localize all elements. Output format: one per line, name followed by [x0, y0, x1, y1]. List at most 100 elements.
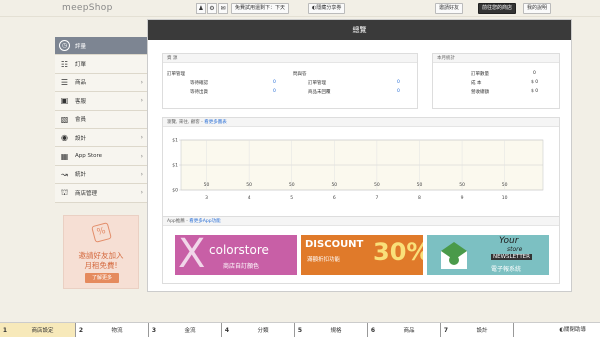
stat-value[interactable]: 0: [273, 80, 276, 85]
stat-label: 營收總額: [471, 90, 489, 95]
x-tick-label: 7: [375, 195, 378, 201]
sidebar-item-orders[interactable]: ☷ 訂單: [55, 55, 148, 74]
chat-icon[interactable]: ✉: [218, 3, 228, 14]
trial-remaining: 免費試用還剩下：下天: [231, 3, 290, 14]
banner-store: store: [507, 246, 523, 253]
sidebar-item-overview[interactable]: ◷ 評量: [55, 37, 148, 56]
stat-value[interactable]: 0: [397, 89, 400, 94]
sidebar-item-label: 會員: [75, 117, 87, 124]
step-label: 商店設定: [31, 328, 54, 334]
sidebar-item-design[interactable]: ◉ 設計 ›: [55, 128, 148, 148]
step-number: 4: [224, 326, 230, 334]
more-charts-link[interactable]: 看更多圖表: [204, 120, 227, 125]
step-design[interactable]: 7 設計: [441, 323, 514, 337]
close-guide-button[interactable]: ◐關閉助導: [559, 325, 586, 333]
step-label: 金流: [184, 328, 196, 334]
sidebar-item-label: 統計: [75, 172, 87, 179]
stat-label: 訂單管理: [308, 81, 326, 86]
bar-data-label: 50: [289, 182, 295, 188]
store-icon: ⛫: [60, 188, 69, 198]
learn-more-button[interactable]: 了解更多: [85, 273, 119, 283]
sidebar-item-label: 訂單: [75, 62, 87, 69]
stat-label: 等待出貨: [190, 90, 208, 95]
brand-logo: meepShop: [62, 3, 113, 13]
step-number: 3: [151, 326, 157, 334]
sidebar-item-label: 評量: [75, 43, 87, 50]
setup-steps-bar: 1 商店設定 2 物流 3 金流 4 分類 5 規格 6 商品 7 設計 ◐關閉…: [0, 322, 600, 337]
step-number: 6: [370, 326, 376, 334]
sidebar-item-stats[interactable]: ↝ 統計 ›: [55, 165, 148, 185]
stat-value: $ 0: [531, 80, 539, 85]
discount-banner[interactable]: DISCOUNT 滿額折扣功能 30%: [301, 235, 423, 275]
banner-newsletter: NEWSLETTER: [491, 254, 532, 260]
chevron-right-icon: ›: [140, 97, 143, 105]
step-label: 物流: [111, 328, 123, 334]
list-icon: ☰: [60, 77, 69, 87]
help-button[interactable]: 我的說明: [523, 3, 552, 14]
chevron-right-icon: ›: [140, 134, 143, 142]
banner-percent: 30%: [373, 238, 423, 266]
step-number: 2: [78, 326, 84, 334]
bar-data-label: 50: [204, 182, 210, 188]
promo-line-2: 月租免費!: [84, 261, 118, 270]
invite-friends-button[interactable]: 邀請好友: [435, 3, 464, 14]
y-tick-label: $0: [172, 188, 178, 194]
chevron-right-icon: ›: [140, 152, 143, 160]
step-products[interactable]: 6 商品: [368, 323, 441, 337]
x-tick-label: 8: [418, 195, 421, 201]
sidebar: ◷ 評量 ☷ 訂單 ☰ 商品 › ▣ 客服 › ▧ 會員 ◉ 設計 › ▦ Ap…: [55, 37, 148, 203]
stat-label: 商品未回覆: [308, 90, 331, 95]
step-store-settings[interactable]: 1 商店設定: [0, 323, 76, 337]
stat-value[interactable]: 0: [397, 80, 400, 85]
banner-x-mark: X: [178, 235, 206, 275]
x-tick-label: 9: [461, 195, 464, 201]
invite-promo-card: % 邀請好友加入 月租免費! 了解更多: [63, 215, 139, 289]
x-tick-label: 6: [333, 195, 336, 201]
sidebar-item-label: 設計: [75, 135, 87, 142]
step-logistics[interactable]: 2 物流: [76, 323, 149, 337]
bar-data-label: 50: [246, 182, 252, 188]
panel-title: 瀏覽, 來往, 顧客 - 看更多圖表: [163, 118, 559, 127]
stat-value[interactable]: 0: [273, 89, 276, 94]
y-tick-label: $1: [172, 138, 178, 144]
step-label: 設計: [476, 328, 488, 334]
stat-label: 訂單數量: [471, 72, 489, 77]
go-to-store-button[interactable]: 前往您的商店: [478, 3, 517, 14]
briefcase-icon: ▣: [60, 96, 69, 106]
step-specs[interactable]: 5 規格: [295, 323, 368, 337]
step-payment[interactable]: 3 金流: [149, 323, 222, 337]
chart-panel-title: 瀏覽, 來往, 顧客 -: [167, 120, 205, 125]
colorstore-banner[interactable]: X colorstore 商店自訂顏色: [175, 235, 297, 275]
step-categories[interactable]: 4 分類: [222, 323, 295, 337]
sidebar-item-store-management[interactable]: ⛫ 商店管理 ›: [55, 184, 148, 203]
chart-icon: ↝: [61, 169, 68, 179]
clock-icon: ◷: [59, 40, 70, 52]
bar-data-label: 50: [459, 182, 465, 188]
app-recommend-panel: App推薦 - 看更多App功能 X colorstore 商店自訂顏色 DIS…: [162, 216, 560, 284]
panel-title: 本月統計: [433, 54, 559, 63]
page-title: 總覽: [148, 20, 571, 40]
envelope-icon: [441, 242, 467, 269]
stat-value: $ 0: [531, 89, 539, 94]
banner-brand: colorstore: [209, 243, 269, 257]
step-number: 7: [443, 326, 449, 334]
cart-icon: ☷: [60, 59, 69, 69]
sidebar-item-products[interactable]: ☰ 商品 ›: [55, 73, 148, 93]
bar-data-label: 50: [502, 182, 508, 188]
banner-subtitle: 商店自訂顏色: [223, 263, 260, 270]
gear-icon[interactable]: ⚙: [207, 3, 217, 14]
qa-heading: 問與答: [293, 72, 307, 77]
sidebar-item-app-store[interactable]: ▦ App Store ›: [55, 147, 148, 166]
step-number: 5: [297, 326, 303, 334]
palette-icon: ◉: [61, 133, 68, 143]
sidebar-item-label: App Store: [75, 153, 103, 160]
x-tick-label: 10: [502, 195, 508, 201]
sidebar-item-members[interactable]: ▧ 會員: [55, 110, 148, 129]
user-icon[interactable]: ♟: [196, 3, 206, 14]
sidebar-item-service[interactable]: ▣ 客服 ›: [55, 92, 148, 111]
more-apps-link[interactable]: 看更多App功能: [189, 219, 220, 224]
newsletter-banner[interactable]: Your store NEWSLETTER 電子報系統: [427, 235, 549, 275]
sidebar-item-label: 商店管理: [75, 190, 98, 197]
share-toggle-button[interactable]: ◐隱藏分享券: [308, 3, 346, 14]
grid-icon: ▦: [60, 151, 69, 161]
